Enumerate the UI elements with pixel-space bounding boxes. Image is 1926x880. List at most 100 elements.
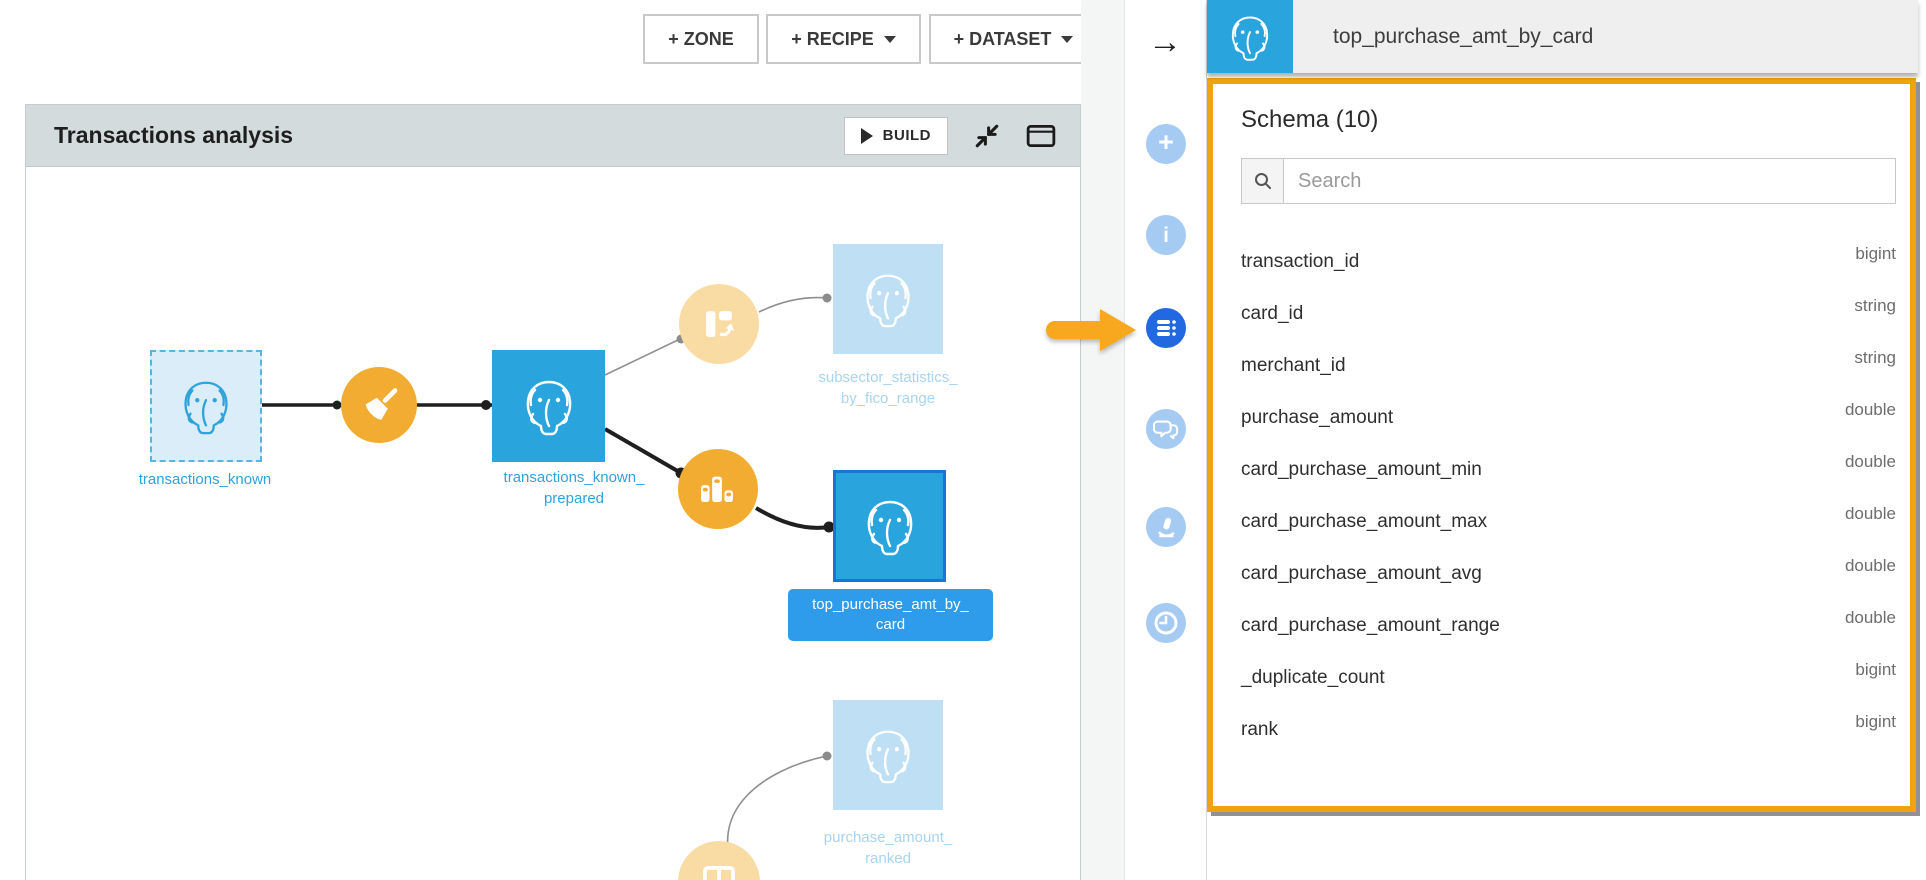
field-type: double <box>1844 504 1896 523</box>
dataset-node-top-purchase-amt-by-card[interactable] <box>833 470 946 582</box>
window-view-icon[interactable] <box>1026 123 1056 149</box>
clock-icon <box>1154 611 1178 635</box>
field-type: bigint <box>1855 660 1896 679</box>
field-name: card_purchase_amount_min <box>1241 459 1482 480</box>
panel-title: top_purchase_amt_by_card <box>1333 24 1594 48</box>
field-name: purchase_amount <box>1241 407 1394 428</box>
recipe-node-prepare[interactable] <box>341 367 417 443</box>
field-name: merchant_id <box>1241 355 1346 376</box>
field-name: card_purchase_amount_max <box>1241 511 1488 532</box>
rail-lab-icon[interactable] <box>1146 507 1186 547</box>
field-name: _duplicate_count <box>1241 667 1385 688</box>
rail-info-icon[interactable]: i <box>1146 215 1186 255</box>
label-line: prepared <box>543 490 605 507</box>
schema-field-row[interactable]: _duplicate_count bigint <box>1241 652 1896 704</box>
field-type: bigint <box>1855 244 1896 263</box>
schema-field-row[interactable]: card_purchase_amount_avg double <box>1241 548 1896 600</box>
schema-field-row[interactable]: card_purchase_amount_range double <box>1241 600 1896 652</box>
label-line: ranked <box>865 850 911 867</box>
plus-icon: + <box>1158 127 1174 157</box>
collapse-zone-icon[interactable] <box>974 123 1000 149</box>
build-button[interactable]: BUILD <box>843 116 948 155</box>
recipe-node-topn[interactable] <box>678 449 758 529</box>
panel-header: top_purchase_amt_by_card <box>1207 0 1918 73</box>
postgresql-icon <box>1224 11 1276 63</box>
zone-header: Transactions analysis BUILD <box>26 105 1080 167</box>
recipe-node-pivot[interactable] <box>679 284 759 364</box>
dataset-node-transactions-known-prepared[interactable] <box>492 350 605 462</box>
schema-panel: Schema (10) transaction_id bigint card_i… <box>1207 78 1916 812</box>
field-name: transaction_id <box>1241 251 1360 272</box>
schema-field-row[interactable]: transaction_id bigint <box>1241 236 1896 288</box>
schema-field-row[interactable]: purchase_amount double <box>1241 392 1896 444</box>
search-icon-cell <box>1242 159 1284 203</box>
rail-discussions-icon[interactable] <box>1146 409 1186 449</box>
postgresql-icon <box>857 724 919 786</box>
dataset-node-purchase-amount-ranked[interactable] <box>833 700 943 810</box>
dataset-label-subsector-statistics[interactable]: subsector_statistics_ by_fico_range <box>778 367 998 409</box>
postgresql-icon <box>858 494 922 558</box>
build-label: BUILD <box>882 127 931 144</box>
dataset-node-subsector-statistics[interactable] <box>833 244 943 354</box>
field-type: bigint <box>1855 712 1896 731</box>
window-recipe-icon <box>702 865 736 880</box>
schema-heading: Schema (10) <box>1241 106 1379 133</box>
rail-schema-icon[interactable] <box>1146 308 1186 348</box>
schema-search <box>1241 158 1896 204</box>
schema-field-row[interactable]: card_purchase_amount_max double <box>1241 496 1896 548</box>
add-zone-button[interactable]: + ZONE <box>643 14 759 64</box>
pivot-icon <box>706 311 735 337</box>
label-line: card <box>875 616 906 633</box>
field-type: double <box>1844 400 1896 419</box>
flow-screen: + ZONE + RECIPE + DATASET Transactions a… <box>0 0 1926 880</box>
field-type: double <box>1844 452 1896 471</box>
dataset-label-top-purchase-amt-by-card[interactable]: top_purchase_amt_by_ card <box>788 589 993 641</box>
dataset-node-transactions-known[interactable] <box>150 350 262 462</box>
chevron-down-icon <box>883 35 896 43</box>
label-line: by_fico_range <box>840 390 936 407</box>
schema-field-row[interactable]: card_id string <box>1241 288 1896 340</box>
search-icon <box>1254 173 1271 189</box>
microscope-icon <box>1157 517 1175 538</box>
rail-add-icon[interactable]: + <box>1146 124 1186 164</box>
schema-field-row[interactable]: card_purchase_amount_min double <box>1241 444 1896 496</box>
schema-list-icon <box>1157 320 1176 336</box>
search-input[interactable] <box>1284 159 1895 203</box>
dataset-label-purchase-amount-ranked[interactable]: purchase_amount_ ranked <box>778 827 998 869</box>
topn-bars-icon <box>701 476 733 502</box>
field-name: rank <box>1241 719 1278 740</box>
zone-title: Transactions analysis <box>54 122 294 148</box>
chat-bubbles-icon <box>1153 420 1179 440</box>
chevron-down-icon <box>1061 35 1074 43</box>
dataset-label-transactions-known-prepared[interactable]: transactions_known_ prepared <box>464 467 684 509</box>
label-line: transactions_known_ <box>503 469 645 486</box>
postgresql-icon <box>857 268 919 330</box>
dataset-type-badge <box>1207 0 1293 73</box>
field-type: double <box>1844 608 1896 627</box>
flow-canvas[interactable]: transactions_known transactions_known_ p… <box>26 167 1080 880</box>
annotation-arrow-icon <box>1046 309 1136 351</box>
right-details-panel: top_purchase_amt_by_card Schema (10) tra… <box>1206 0 1918 880</box>
field-type: string <box>1854 296 1896 315</box>
field-name: card_id <box>1241 303 1304 324</box>
schema-field-list: transaction_id bigint card_id string mer… <box>1241 236 1896 756</box>
postgresql-icon <box>175 375 237 437</box>
postgresql-icon <box>517 374 581 438</box>
field-name: card_purchase_amount_avg <box>1241 563 1482 584</box>
label-line: purchase_amount_ <box>823 829 953 846</box>
add-recipe-label: + RECIPE <box>791 28 874 49</box>
broom-icon <box>365 388 398 420</box>
collapse-panel-arrow-icon[interactable]: → <box>1148 22 1182 62</box>
add-zone-label: + ZONE <box>668 28 734 49</box>
label-line: top_purchase_amt_by_ <box>812 596 969 613</box>
add-dataset-button[interactable]: + DATASET <box>929 14 1098 64</box>
flow-zone-transactions-analysis: Transactions analysis BUILD transactions… <box>25 104 1081 880</box>
field-name: card_purchase_amount_range <box>1241 615 1500 636</box>
dataset-label-transactions-known[interactable]: transactions_known <box>95 469 315 490</box>
schema-field-row[interactable]: merchant_id string <box>1241 340 1896 392</box>
add-recipe-button[interactable]: + RECIPE <box>766 14 921 64</box>
schema-field-row[interactable]: rank bigint <box>1241 704 1896 756</box>
field-type: double <box>1844 556 1896 575</box>
rail-history-icon[interactable] <box>1146 603 1186 643</box>
add-dataset-label: + DATASET <box>953 28 1052 49</box>
